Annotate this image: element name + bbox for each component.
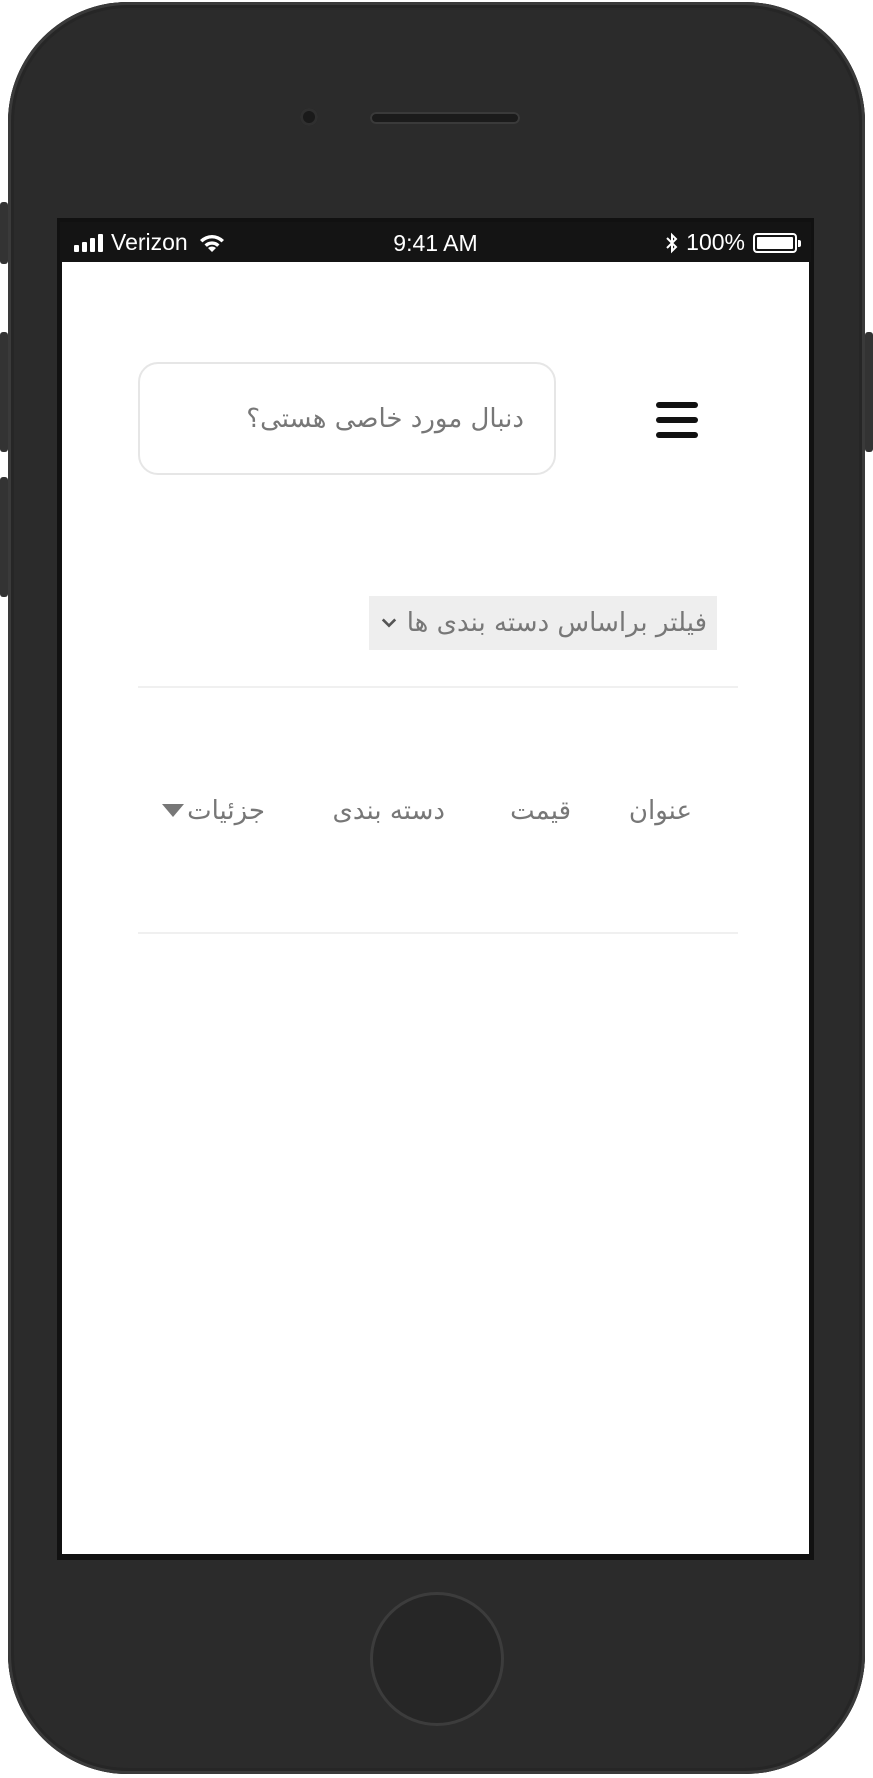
column-header-price[interactable]: قیمت: [510, 796, 571, 826]
volume-down-button: [0, 477, 8, 597]
volume-up-button: [0, 332, 8, 452]
hamburger-menu-icon[interactable]: [656, 402, 698, 438]
search-box[interactable]: [138, 362, 556, 475]
app-screen: فیلتر براساس دسته بندی ها عنوان قیمت دست…: [62, 262, 809, 1554]
mute-switch: [0, 202, 8, 264]
divider-top: [138, 686, 738, 688]
status-right: 100%: [664, 229, 801, 256]
power-button: [865, 332, 873, 452]
divider-bottom: [138, 932, 738, 934]
search-input[interactable]: [140, 403, 524, 434]
home-button[interactable]: [370, 1592, 504, 1726]
status-bar: Verizon 9:41 AM 100%: [60, 222, 811, 262]
earpiece-speaker: [370, 112, 520, 124]
category-filter-dropdown[interactable]: فیلتر براساس دسته بندی ها: [369, 596, 717, 650]
column-header-category[interactable]: دسته بندی: [333, 796, 446, 826]
column-header-title[interactable]: عنوان: [629, 796, 692, 826]
battery-percentage: 100%: [686, 229, 745, 255]
bluetooth-icon: [666, 232, 678, 253]
battery-fill: [757, 236, 793, 249]
caret-down-icon[interactable]: [162, 804, 184, 817]
column-header-details[interactable]: جزئیات: [187, 796, 265, 826]
front-camera: [300, 108, 318, 126]
table-header: عنوان قیمت دسته بندی جزئیات: [138, 782, 738, 842]
battery-icon: [753, 232, 801, 253]
filter-label: فیلتر براساس دسته بندی ها: [406, 608, 707, 638]
chevron-down-icon: [381, 618, 397, 628]
